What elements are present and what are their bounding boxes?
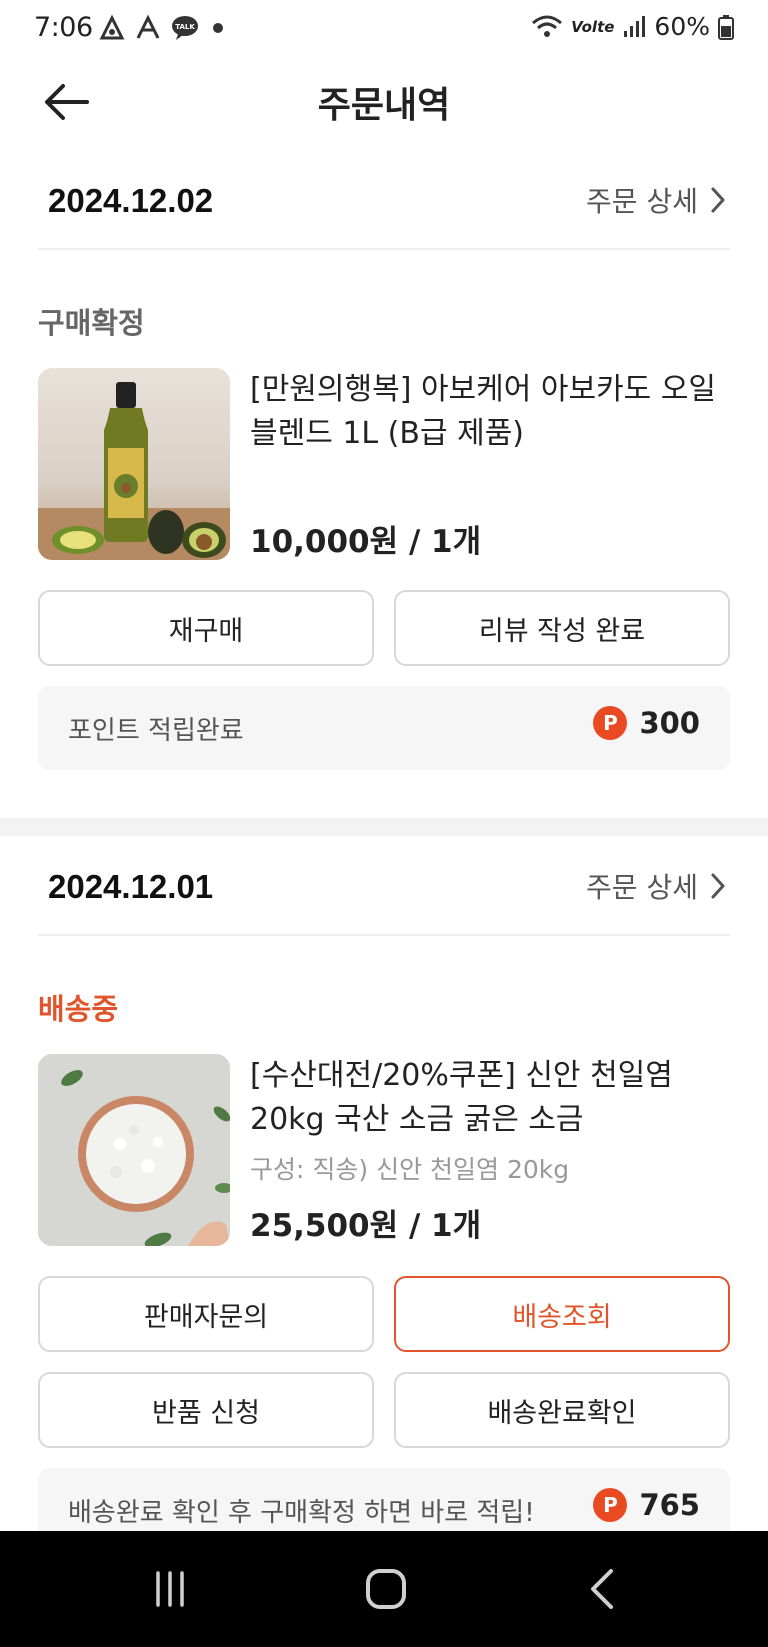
product-image[interactable] [38, 368, 230, 560]
sea-salt-bowl-image [38, 1054, 230, 1246]
battery-percent: 60% [654, 12, 710, 41]
point-label: 포인트 적립완료 [68, 716, 244, 746]
system-icons: Volte 60% [531, 12, 734, 41]
order-detail-link[interactable]: 주문 상세 [586, 866, 726, 906]
order-header: 2024.12.01 주문 상세 [38, 836, 730, 936]
status-time: 7:06 [34, 12, 93, 43]
point-value: 300 [639, 706, 700, 740]
review-complete-button[interactable]: 리뷰 작성 완료 [394, 590, 730, 666]
point-badge-icon: P [593, 1488, 628, 1522]
recent-apps-icon [156, 1571, 184, 1607]
order-date: 2024.12.01 [48, 868, 214, 905]
app-notification-icon [136, 14, 160, 39]
point-info-box: 포인트 적립완료 P 300 [38, 686, 730, 770]
product-name[interactable]: [만원의행복] 아보케어 아보카도 오일 블렌드 1L (B급 제품) [250, 368, 728, 456]
volte-label: Volte [571, 17, 615, 36]
page-title: 주문내역 [317, 85, 451, 126]
order-card: 2024.12.02 주문 상세 구매확정 [만원의행복] 아보케어 아보카도 … [0, 150, 768, 818]
product-price: 25,500원 / 1개 [250, 1208, 482, 1244]
chevron-right-icon [711, 873, 725, 899]
point-amount: P 300 [593, 706, 700, 740]
point-label: 배송완료 확인 후 구매확정 하면 바로 적립! [68, 1498, 535, 1528]
product-price: 10,000원 / 1개 [250, 524, 482, 560]
home-button[interactable] [356, 1561, 416, 1617]
confirm-delivery-button[interactable]: 배송완료확인 [394, 1372, 730, 1448]
order-date: 2024.12.02 [48, 182, 214, 219]
battery-icon [718, 14, 734, 40]
return-request-button[interactable]: 반품 신청 [38, 1372, 374, 1448]
app-header: 주문내역 [0, 58, 768, 144]
order-detail-label: 주문 상세 [586, 871, 698, 904]
signal-icon [624, 15, 646, 37]
back-icon [591, 1569, 613, 1609]
nav-back-button[interactable] [572, 1561, 632, 1617]
home-icon [366, 1569, 406, 1609]
product-option: 구성: 직송) 신안 천일염 20kg [250, 1155, 570, 1184]
order-status: 배송중 [38, 992, 119, 1026]
svg-text:TALK: TALK [175, 23, 195, 31]
point-value: 765 [639, 1488, 700, 1522]
product-name[interactable]: [수산대전/20%쿠폰] 신안 천일염 20kg 국산 소금 굵은 소금 [250, 1054, 728, 1142]
system-nav-bar [0, 1531, 768, 1647]
point-amount: P 765 [593, 1488, 700, 1522]
status-bar: 7:06 TALK Volte 60% [0, 0, 768, 58]
order-status: 구매확정 [38, 306, 145, 340]
avocado-oil-bottle-image [38, 382, 230, 560]
dot-icon [213, 23, 223, 33]
wifi-icon [532, 15, 563, 37]
order-card: 2024.12.01 주문 상세 배송중 [수산대전/20%쿠폰] 신안 천일염… [0, 836, 768, 1552]
seller-inquiry-button[interactable]: 판매자문의 [38, 1276, 374, 1352]
order-detail-label: 주문 상세 [586, 185, 698, 218]
kakaotalk-icon: TALK [172, 16, 198, 40]
order-detail-link[interactable]: 주문 상세 [586, 180, 726, 220]
track-delivery-button[interactable]: 배송조회 [394, 1276, 730, 1352]
app-notification-icon [99, 14, 125, 40]
order-header: 2024.12.02 주문 상세 [38, 150, 730, 250]
rebuy-button[interactable]: 재구매 [38, 590, 374, 666]
point-badge-icon: P [593, 706, 628, 740]
product-image[interactable] [38, 1054, 230, 1246]
recent-apps-button[interactable] [140, 1561, 200, 1617]
chevron-right-icon [711, 187, 725, 213]
notification-icons: TALK [98, 14, 228, 42]
